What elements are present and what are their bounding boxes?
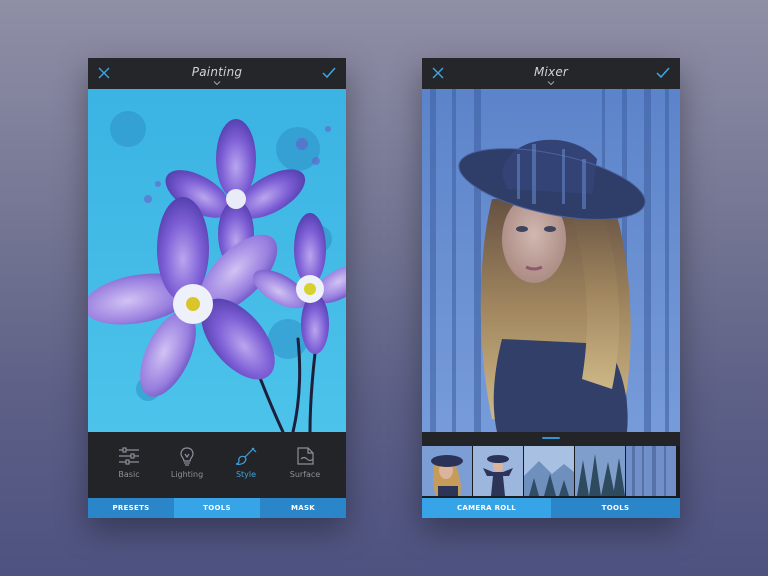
mixer-screen: Mixer CAMERA ROLL TOOLS (422, 58, 680, 518)
watercolor-flower-image (88, 89, 346, 432)
thumbnail-woman-hat-arms[interactable] (473, 446, 523, 496)
drag-handle[interactable] (542, 437, 560, 439)
tool-surface-label: Surface (289, 470, 321, 479)
camera-roll-strip (422, 446, 680, 498)
tool-surface[interactable]: Surface (280, 446, 330, 490)
brush-icon (235, 447, 257, 465)
lightbulb-icon (180, 447, 194, 466)
tool-lighting-label: Lighting (170, 470, 204, 479)
right-tab-bar: CAMERA ROLL TOOLS (422, 498, 680, 518)
tool-lighting[interactable]: Lighting (162, 446, 212, 490)
thumbnail-pine-forest[interactable] (575, 446, 625, 496)
tool-basic-label: Basic (118, 470, 140, 479)
woman-hat-arms-thumbnail (473, 446, 523, 496)
painting-image-canvas[interactable] (88, 89, 346, 432)
thumbnail-mountain-pines[interactable] (524, 446, 574, 496)
tab-tools[interactable]: TOOLS (551, 498, 680, 518)
mixer-top-bar: Mixer (422, 58, 680, 89)
tab-presets[interactable]: PRESETS (88, 498, 174, 518)
tool-style[interactable]: Style (221, 446, 271, 490)
chevron-down-icon[interactable] (547, 80, 555, 86)
thumbnail-woman-hat[interactable] (422, 446, 472, 496)
mountain-pines-thumbnail (524, 446, 574, 496)
tab-camera-roll[interactable]: CAMERA ROLL (422, 498, 551, 518)
tool-style-label: Style (235, 470, 257, 479)
confirm-check-icon[interactable] (322, 67, 336, 79)
tool-bar: Basic Lighting Style Surface (88, 432, 346, 498)
painting-screen: Painting Basic Lighting Style Surface PR… (88, 58, 346, 518)
woman-hat-thumbnail (422, 446, 472, 496)
double-exposure-portrait-image (422, 89, 680, 432)
misty-forest-thumbnail (626, 446, 676, 496)
mixer-image-canvas[interactable] (422, 89, 680, 432)
screen-title: Painting (191, 65, 243, 79)
left-tab-bar: PRESETS TOOLS MASK (88, 498, 346, 518)
pine-forest-thumbnail (575, 446, 625, 496)
screen-title: Mixer (533, 65, 569, 79)
tab-tools[interactable]: TOOLS (174, 498, 260, 518)
paper-texture-icon (297, 447, 314, 465)
tab-mask[interactable]: MASK (260, 498, 346, 518)
filmstrip-handle-bar[interactable] (422, 432, 680, 446)
painting-top-bar: Painting (88, 58, 346, 89)
thumbnail-misty-forest[interactable] (626, 446, 676, 496)
sliders-icon (119, 447, 139, 465)
confirm-check-icon[interactable] (656, 67, 670, 79)
chevron-down-icon[interactable] (213, 80, 221, 86)
tool-basic[interactable]: Basic (104, 446, 154, 490)
